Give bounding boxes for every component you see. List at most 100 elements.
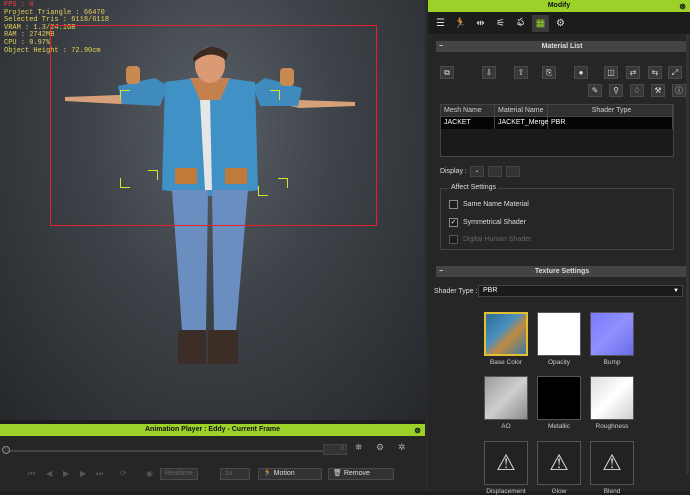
fit-icon[interactable]: ⤢ bbox=[668, 66, 682, 79]
material-table: Mesh Name Material Name Shader Type JACK… bbox=[440, 104, 674, 157]
pick-icon[interactable]: ✎ bbox=[588, 84, 602, 97]
play-icon[interactable]: ▶ bbox=[63, 469, 69, 478]
motion-icon: 🏃 bbox=[263, 470, 272, 477]
motion-button[interactable]: 🏃 Motion bbox=[258, 468, 322, 480]
swap-icon[interactable]: ⇆ bbox=[648, 66, 662, 79]
loop-icon[interactable]: ⟳ bbox=[120, 469, 127, 478]
texture-label: Displacement bbox=[486, 488, 526, 495]
symmetrical-checkbox[interactable]: ✓ bbox=[449, 218, 458, 227]
shader-type-select[interactable]: PBR ▼ bbox=[478, 285, 683, 297]
texture-label: AO bbox=[501, 423, 511, 430]
symmetrical-label: Symmetrical Shader bbox=[463, 219, 527, 226]
modify-title: Modify bbox=[547, 2, 571, 9]
wrench-icon[interactable]: ⚒ bbox=[651, 84, 665, 97]
texture-slot-glow[interactable]: ⚠ Glow bbox=[537, 441, 581, 495]
shader-type-cell: PBR bbox=[548, 117, 673, 129]
display-mode-button[interactable]: ⌄ bbox=[470, 166, 484, 177]
digital-human-label: Digital Human Shader bbox=[463, 236, 532, 243]
realtime-button[interactable]: Realtime bbox=[160, 468, 198, 480]
texture-settings-header[interactable]: − Texture Settings bbox=[436, 266, 688, 277]
display-label: Display : bbox=[440, 168, 467, 175]
column-header[interactable]: Mesh Name bbox=[441, 105, 495, 116]
3d-viewport[interactable]: FPS : 0 Project Triangle : 66470 Selected … bbox=[0, 0, 425, 420]
modify-panel: Modify ⊗ ☰ 🏃 ⇹ ⚟ ఫ ▦ ⚙ − Material List ⧉ … bbox=[428, 0, 690, 495]
close-icon[interactable]: ⊗ bbox=[679, 1, 686, 13]
last-frame-icon[interactable]: ⏭ bbox=[96, 469, 103, 479]
tab-motion-icon[interactable]: 🏃 bbox=[452, 15, 469, 32]
display-mode-button[interactable] bbox=[506, 166, 520, 177]
launch-editor-icon[interactable]: ⧉ bbox=[440, 66, 454, 79]
warning-icon: ⚠ bbox=[590, 441, 634, 485]
timeline-track[interactable] bbox=[6, 450, 341, 452]
timeline-playhead[interactable] bbox=[2, 446, 10, 454]
trash-icon: 🗑 bbox=[333, 470, 342, 477]
material-list-header[interactable]: − Material List bbox=[436, 41, 688, 52]
texture-slot-opacity[interactable]: Opacity bbox=[537, 312, 581, 366]
display-mode-button[interactable] bbox=[488, 166, 502, 177]
fill-icon[interactable]: ♢ bbox=[630, 84, 644, 97]
affect-settings-legend: Affect Settings bbox=[449, 184, 499, 191]
next-frame-icon[interactable]: ▶ bbox=[80, 469, 86, 478]
warning-icon: ⚠ bbox=[537, 441, 581, 485]
digital-human-checkbox[interactable] bbox=[449, 235, 458, 244]
modify-tabs: ☰ 🏃 ⇹ ⚟ ఫ ▦ ⚙ bbox=[428, 12, 690, 34]
texture-label: Roughness bbox=[595, 423, 629, 430]
record-icon[interactable]: ◉ bbox=[146, 469, 153, 478]
texture-label: Blend bbox=[603, 488, 621, 495]
selection-box bbox=[50, 25, 377, 226]
first-frame-icon[interactable]: ⏮ bbox=[28, 469, 35, 479]
copy-material-icon[interactable]: ⎘ bbox=[542, 66, 556, 79]
load-material-icon[interactable]: ⇩ bbox=[482, 66, 496, 79]
texture-slot-roughness[interactable]: Roughness bbox=[590, 376, 634, 430]
animation-player: Animation Player : Eddy - Current Frame … bbox=[0, 424, 425, 491]
channel-icon[interactable]: ◫ bbox=[604, 66, 618, 79]
info-icon[interactable]: ⓘ bbox=[672, 84, 686, 97]
bound-corner bbox=[148, 170, 158, 180]
bound-corner bbox=[120, 178, 130, 188]
texture-slot-ao[interactable]: AO bbox=[484, 376, 528, 430]
bound-corner bbox=[278, 178, 288, 188]
texture-slot-base-color[interactable]: Base Color bbox=[484, 312, 528, 366]
column-header[interactable]: Material Name bbox=[495, 105, 548, 116]
tab-spring-icon[interactable]: ఫ bbox=[512, 15, 529, 32]
tab-settings-icon[interactable]: ⚙ bbox=[552, 15, 569, 32]
close-icon[interactable]: ⊗ bbox=[414, 425, 421, 437]
tab-material-icon[interactable]: ▦ bbox=[532, 14, 549, 32]
tab-physics-icon[interactable]: ⚟ bbox=[492, 15, 509, 32]
tab-attributes-icon[interactable]: ☰ bbox=[432, 15, 449, 32]
texture-label: Opacity bbox=[547, 359, 571, 366]
prev-frame-icon[interactable]: ◀ bbox=[46, 469, 52, 478]
motion-layer-icon[interactable]: ⚙ bbox=[376, 442, 384, 453]
texture-slot-blend[interactable]: ⚠ Blend bbox=[590, 441, 634, 495]
settings-icon[interactable]: ✲ bbox=[398, 442, 406, 453]
table-row[interactable]: JACKET JACKET_Merge PBR bbox=[441, 117, 673, 129]
same-name-checkbox[interactable] bbox=[449, 200, 458, 209]
texture-slot-displacement[interactable]: ⚠ Displacement bbox=[484, 441, 528, 495]
bound-corner bbox=[270, 90, 280, 100]
motion-label: Motion bbox=[273, 470, 295, 477]
eyedropper-icon[interactable]: ⚲ bbox=[609, 84, 623, 97]
chevron-down-icon: ▼ bbox=[673, 288, 679, 294]
column-header[interactable]: Shader Type bbox=[548, 105, 673, 116]
mesh-name-cell: JACKET bbox=[441, 117, 495, 129]
texture-label: Glow bbox=[551, 488, 567, 495]
animation-player-header: Animation Player : Eddy - Current Frame … bbox=[0, 424, 425, 436]
frame-input[interactable]: 0 bbox=[323, 444, 347, 455]
remove-label: Remove bbox=[343, 470, 370, 477]
shader-type-value: PBR bbox=[483, 287, 498, 294]
remove-button[interactable]: 🗑 Remove bbox=[328, 468, 394, 480]
animation-player-title: Animation Player : Eddy - Current Frame bbox=[145, 426, 280, 433]
camera-icon[interactable]: ⛯ bbox=[355, 442, 362, 453]
texture-label: Bump bbox=[603, 359, 621, 366]
speed-select[interactable]: 1x bbox=[220, 468, 250, 480]
affect-settings: Affect Settings Same Name Material ✓ Sym… bbox=[440, 184, 674, 250]
panel-scrollbar[interactable] bbox=[686, 34, 689, 474]
tab-morph-icon[interactable]: ⇹ bbox=[472, 15, 489, 32]
texture-label: Base Color bbox=[489, 359, 523, 366]
bound-corner bbox=[120, 90, 130, 100]
texture-slot-metallic[interactable]: Metallic bbox=[537, 376, 581, 430]
apply-material-icon[interactable]: ● bbox=[574, 66, 588, 79]
save-material-icon[interactable]: ⇧ bbox=[514, 66, 528, 79]
share-icon[interactable]: ⇄ bbox=[626, 66, 640, 79]
texture-slot-bump[interactable]: Bump bbox=[590, 312, 634, 366]
